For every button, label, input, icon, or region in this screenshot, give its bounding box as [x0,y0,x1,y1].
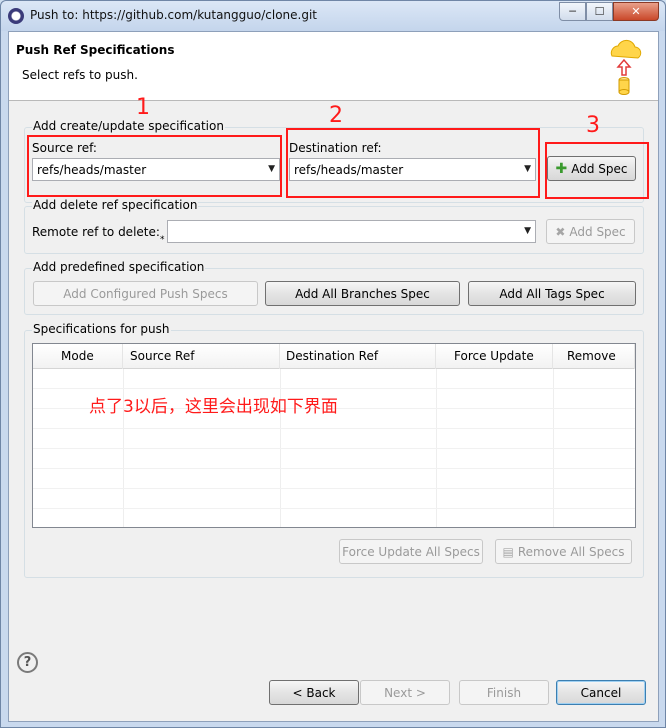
wizard-header: Push Ref Specifications Select refs to p… [9,32,658,101]
add-delete-spec-label: Add Spec [569,224,626,239]
table-row [33,468,635,469]
column-header-destination-ref[interactable]: Destination Ref [280,344,436,369]
annotation-box-destination [286,128,540,198]
column-header-source-ref[interactable]: Source Ref [123,344,280,369]
remote-ref-combo[interactable]: ▼ [167,220,536,243]
add-configured-push-specs-label: Add Configured Push Specs [63,286,228,301]
annotation-box-source [27,135,282,197]
back-label: < Back [292,685,336,700]
table-row [33,448,635,449]
required-marker-icon: * [160,235,165,245]
force-update-all-specs-label: Force Update All Specs [342,544,480,559]
next-button[interactable]: Next > [360,680,450,705]
remote-ref-label: Remote ref to delete: [32,225,160,239]
force-update-all-specs-button[interactable]: Force Update All Specs [339,539,483,564]
chevron-down-icon[interactable]: ▼ [524,226,531,236]
annotation-note: 点了3以后，这里会出现如下界面 [89,397,338,417]
push-cloud-icon [610,39,642,95]
remove-all-specs-button[interactable]: ▤ Remove All Specs [495,539,632,564]
help-icon[interactable]: ? [17,652,38,673]
finish-label: Finish [486,685,522,700]
cancel-label: Cancel [580,685,622,700]
back-button[interactable]: < Back [269,680,359,705]
finish-button[interactable]: Finish [459,680,549,705]
specs-for-push-group-label: Specifications for push [32,322,171,336]
table-row [33,428,635,429]
push-dialog-window: Push to: https://github.com/kutangguo/cl… [0,0,666,728]
cancel-button[interactable]: Cancel [556,680,646,705]
add-delete-spec-button[interactable]: ✖ Add Spec [546,219,635,244]
column-header-remove[interactable]: Remove [553,344,635,369]
title-bar[interactable]: Push to: https://github.com/kutangguo/cl… [1,1,665,31]
window-title: Push to: https://github.com/kutangguo/cl… [30,8,317,22]
window-controls: ─ ☐ ✕ [559,2,659,21]
remove-all-icon: ▤ [502,544,514,559]
close-button[interactable]: ✕ [613,2,659,21]
create-update-group-label: Add create/update specification [32,119,225,133]
minimize-button[interactable]: ─ [559,2,586,21]
add-all-branches-spec-label: Add All Branches Spec [295,286,430,301]
add-all-tags-spec-label: Add All Tags Spec [499,286,605,301]
next-label: Next > [384,685,426,700]
add-all-branches-spec-button[interactable]: Add All Branches Spec [265,281,460,306]
annotation-box-add-spec [545,142,649,199]
remove-all-specs-label: Remove All Specs [517,544,625,559]
eclipse-app-icon [8,8,24,24]
annotation-marker-1: 1 [136,95,150,120]
specs-table[interactable]: Mode Source Ref Destination Ref Force Up… [32,343,636,528]
page-subtitle: Select refs to push. [22,68,138,82]
annotation-marker-3: 3 [586,113,600,138]
page-title: Push Ref Specifications [16,43,175,57]
annotation-marker-2: 2 [329,103,343,128]
specs-table-header: Mode Source Ref Destination Ref Force Up… [33,344,635,369]
delete-x-icon: ✖ [555,224,566,239]
maximize-button[interactable]: ☐ [586,2,613,21]
delete-spec-group-label: Add delete ref specification [32,198,199,212]
predefined-spec-group-label: Add predefined specification [32,260,206,274]
column-header-force-update[interactable]: Force Update [436,344,553,369]
table-row [33,508,635,509]
table-row [33,388,635,389]
column-header-mode[interactable]: Mode [33,344,123,369]
add-configured-push-specs-button[interactable]: Add Configured Push Specs [33,281,258,306]
table-row [33,488,635,489]
add-all-tags-spec-button[interactable]: Add All Tags Spec [468,281,636,306]
